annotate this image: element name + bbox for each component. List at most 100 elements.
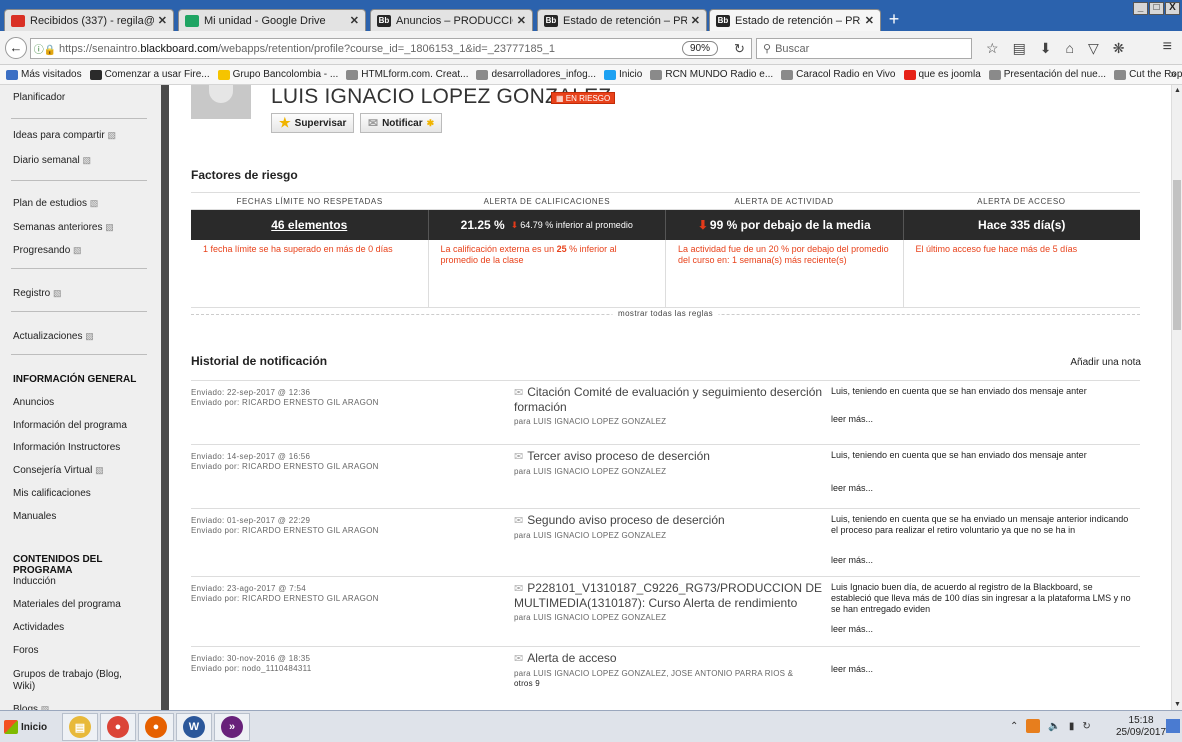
sidebar-item[interactable]: Información del programa (13, 420, 127, 431)
recipients-extra: otros 9 (514, 679, 540, 688)
browser-tab[interactable]: Bb Anuncios – PRODUCCIÓN DE MU ✕ (370, 9, 533, 31)
sidebar-item[interactable]: Grupos de trabajo (Blog, Wiki) (13, 669, 143, 693)
scrollbar-thumb[interactable] (1173, 180, 1181, 330)
active-browser-tab[interactable]: Bb Estado de retención – PRODUCC ✕ (709, 9, 881, 31)
sidebar-item[interactable]: Progresando ▧ (13, 245, 82, 256)
bookmark-favicon-icon (6, 69, 18, 80)
pocket-icon[interactable]: ▽ (1088, 40, 1099, 57)
sidebar-item[interactable]: Consejería Virtual ▧ (13, 465, 104, 476)
bookmark-item[interactable]: Más visitados (6, 69, 82, 80)
back-arrow-icon[interactable]: ← (5, 37, 27, 59)
sidebar-item-label: Información Instructores (13, 442, 121, 453)
close-tab-icon[interactable]: ✕ (158, 14, 167, 27)
search-input[interactable]: ⚲ Buscar (756, 38, 972, 59)
deadlines-value-link[interactable]: 46 elementos (271, 218, 347, 232)
read-more-link[interactable]: leer más... (831, 624, 873, 634)
sidebar-item[interactable]: Actividades (13, 622, 64, 633)
scroll-up-icon[interactable]: ▲ (1173, 86, 1182, 95)
sent-date: Enviado: 22-sep-2017 @ 12:36 (191, 388, 311, 397)
browser-tab[interactable]: Mi unidad - Google Drive ✕ (178, 9, 366, 31)
bookmark-label: Presentación del nue... (1003, 69, 1107, 80)
star-icon: ★ (279, 115, 291, 130)
close-tab-icon[interactable]: ✕ (350, 14, 359, 27)
sidebar-collapse-handle[interactable] (161, 85, 169, 710)
new-tab-button[interactable]: + (885, 10, 903, 29)
bookmark-item[interactable]: RCN MUNDO Radio e... (650, 69, 773, 80)
sidebar-item[interactable]: Mis calificaciones (13, 488, 91, 499)
sidebar-item[interactable]: Planificador (13, 92, 65, 103)
read-more-link[interactable]: leer más... (831, 414, 873, 424)
bookmark-item[interactable]: Caracol Radio en Vivo (781, 69, 896, 80)
page-scrollbar[interactable]: ▲ ▼ (1171, 85, 1182, 710)
reading-list-icon[interactable]: ▤ (1013, 40, 1026, 57)
system-clock[interactable]: 15:18 25/09/2017 (1116, 715, 1166, 739)
bookmark-item[interactable]: Presentación del nue... (988, 69, 1107, 80)
sidebar-item[interactable]: Anuncios (13, 397, 54, 408)
sidebar-item[interactable]: Actualizaciones ▧ (13, 331, 94, 342)
read-more-link[interactable]: leer más... (831, 664, 873, 674)
browser-tab[interactable]: Recibidos (337) - regila@misena ✕ (4, 9, 174, 31)
sidebar-item[interactable]: Diario semanal ▧ (13, 155, 91, 166)
show-hidden-icons-icon[interactable]: ⌃ (1010, 721, 1018, 732)
sidebar-item-label: Materiales del programa (13, 599, 121, 610)
notify-button[interactable]: ✉ Notificar ✱ (360, 113, 443, 133)
read-more-link[interactable]: leer más... (831, 483, 873, 493)
bookmark-item[interactable]: Inicio (604, 69, 642, 80)
maximize-button[interactable]: □ (1149, 2, 1164, 15)
notification-icon[interactable] (1026, 719, 1041, 733)
show-all-rules-link[interactable]: mostrar todas las reglas (612, 309, 719, 318)
notification-recipients: para LUIS IGNACIO LOPEZ GONZALEZ, JOSE A… (514, 669, 824, 689)
sidebar-item[interactable]: Registro ▧ (13, 288, 62, 299)
blackboard-icon: Bb (716, 14, 730, 27)
extension-icon[interactable]: ❋ (1113, 40, 1125, 57)
sidebar-divider (11, 311, 147, 312)
sync-icon[interactable]: ↻ (1082, 721, 1090, 732)
browser-tab[interactable]: Bb Estado de retención – PRODUCC ✕ (537, 9, 707, 31)
activity-description: La actividad fue de un 20 % por debajo d… (666, 240, 904, 307)
taskbar-app-button[interactable]: W (176, 713, 212, 741)
volume-icon[interactable]: 🔈 (1048, 721, 1060, 732)
hamburger-menu-icon[interactable]: ≡ (1163, 38, 1172, 56)
close-tab-icon[interactable]: ✕ (691, 14, 700, 27)
sidebar-item[interactable]: Semanas anteriores ▧ (13, 222, 114, 233)
taskbar-app-button[interactable]: » (214, 713, 250, 741)
bookmark-item[interactable]: Comenzar a usar Fire... (89, 69, 210, 80)
deadlines-value[interactable]: 46 elementos (191, 210, 429, 240)
minimize-button[interactable]: _ (1133, 2, 1148, 15)
bookmark-item[interactable]: desarrolladores_infog... (476, 69, 596, 80)
sidebar-item[interactable]: Información Instructores (13, 442, 120, 453)
taskbar-app-button[interactable]: ▤ (62, 713, 98, 741)
home-icon[interactable]: ⌂ (1066, 40, 1074, 57)
bookmarks-overflow-icon[interactable]: » (1170, 69, 1176, 80)
show-desktop-button[interactable] (1166, 719, 1180, 733)
add-note-link[interactable]: Añadir una nota (1070, 357, 1141, 368)
taskbar-app-button[interactable]: ● (138, 713, 174, 741)
sidebar-item[interactable]: Materiales del programa (13, 599, 121, 610)
start-button[interactable]: Inicio (4, 717, 52, 737)
download-icon[interactable]: ⬇ (1040, 40, 1052, 57)
bookmark-item[interactable]: que es joomla (903, 69, 981, 80)
bookmark-item[interactable]: Grupo Bancolombia - ... (217, 69, 338, 80)
sidebar-item[interactable]: Foros (13, 645, 39, 656)
read-more-link[interactable]: leer más... (831, 555, 873, 565)
reload-icon[interactable]: ↻ (734, 41, 745, 57)
close-window-button[interactable]: X (1165, 2, 1180, 15)
taskbar-app-button[interactable]: ● (100, 713, 136, 741)
bookmark-item[interactable]: HTMLform.com. Creat... (346, 69, 468, 80)
close-tab-icon[interactable]: ✕ (517, 14, 526, 27)
clock-date: 25/09/2017 (1116, 727, 1167, 738)
address-bar[interactable]: ⓘ🔒 https://senaintro. blackboard.com/weba… (30, 38, 752, 59)
sidebar-item[interactable]: Plan de estudios ▧ (13, 198, 98, 209)
supervise-button[interactable]: ★ Supervisar (271, 113, 355, 133)
close-tab-icon[interactable]: ✕ (865, 14, 874, 27)
bookmark-star-icon[interactable]: ☆ (986, 40, 999, 57)
sidebar-item[interactable]: Inducción (13, 576, 56, 587)
visualstudio-icon: » (221, 716, 243, 738)
sidebar-item[interactable]: Ideas para compartir ▧ (13, 130, 116, 141)
network-icon[interactable]: ▮ (1069, 721, 1075, 732)
zoom-level-badge[interactable]: 90% (682, 41, 719, 56)
sidebar-item[interactable]: Manuales (13, 511, 56, 522)
scroll-down-icon[interactable]: ▼ (1173, 700, 1182, 709)
notification-subject: ✉ Segundo aviso proceso de deserción para … (514, 513, 824, 541)
notification-row: Enviado: 22-sep-2017 @ 12:36 Enviado por:… (191, 380, 1140, 444)
